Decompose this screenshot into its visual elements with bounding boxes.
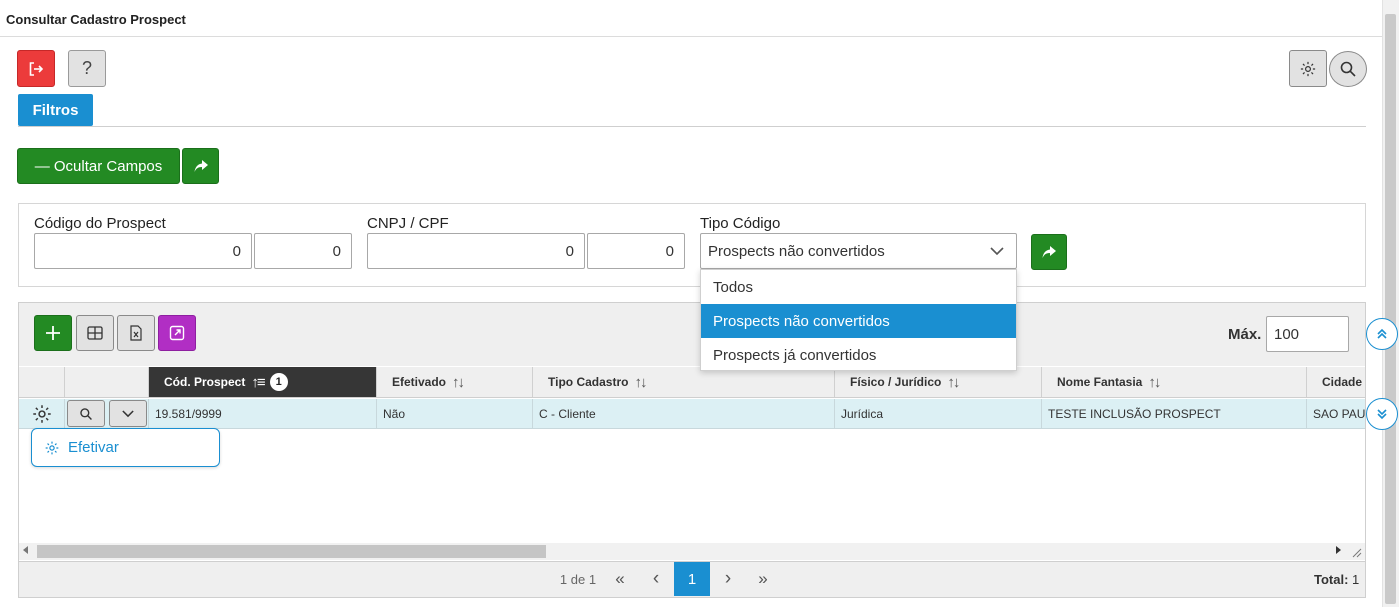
codigo-from-input[interactable]: 0	[34, 233, 252, 269]
scroll-left-arrow-icon[interactable]	[23, 546, 28, 554]
search-button[interactable]	[1329, 51, 1367, 87]
gear-icon	[32, 404, 51, 423]
row-settings-cell[interactable]	[19, 399, 65, 429]
columns-button[interactable]	[76, 315, 114, 351]
tipo-label: Tipo Código	[700, 215, 781, 232]
cnpj-label: CNPJ / CPF	[367, 215, 449, 232]
help-button[interactable]: ?	[68, 50, 106, 87]
cell-nome-fantasia[interactable]: TESTE INCLUSÃO PROSPECT	[1042, 399, 1307, 429]
header-cidade-label: Cidade	[1322, 375, 1363, 389]
search-icon	[1340, 61, 1356, 77]
cnpj-from-input[interactable]: 0	[367, 233, 585, 269]
horizontal-scrollbar-thumb[interactable]	[37, 545, 546, 558]
tipo-selected-value: Prospects não convertidos	[708, 242, 885, 260]
hide-fields-button[interactable]: — Ocultar Campos	[17, 148, 180, 184]
sort-asc-icon: ↑≡	[251, 373, 265, 391]
row-view-button[interactable]	[67, 400, 105, 427]
scroll-top-button[interactable]	[1366, 318, 1398, 350]
cnpj-to-input[interactable]: 0	[587, 233, 685, 269]
max-input[interactable]: 100	[1266, 316, 1349, 352]
sort-icon: ↑↓	[634, 373, 647, 391]
cell-tipo-cadastro[interactable]: C - Cliente	[533, 399, 835, 429]
cell-cidade[interactable]: SAO PAULO	[1307, 399, 1365, 429]
efetivar-label: Efetivar	[68, 439, 119, 456]
header-nome-fantasia-label: Nome Fantasia	[1057, 375, 1143, 389]
export-excel-button[interactable]	[117, 315, 155, 351]
efetivar-menu-item[interactable]: Efetivar	[31, 428, 220, 467]
header-fisico-juridico-label: Físico / Jurídico	[850, 375, 942, 389]
cell-cod-prospect[interactable]: 19.581/9999	[149, 399, 377, 429]
total-label: Total:	[1314, 572, 1349, 587]
total-count: Total: 1	[1314, 572, 1359, 587]
next-page-button[interactable]: ›	[712, 562, 744, 596]
chevron-down-icon	[990, 247, 1004, 256]
tipo-option-ja-convertidos[interactable]: Prospects já convertidos	[701, 338, 1016, 372]
apply-filter-button[interactable]	[1031, 234, 1067, 270]
sort-icon: ↑↓	[452, 373, 465, 391]
sort-order-badge: 1	[269, 373, 288, 391]
excel-file-icon	[130, 325, 142, 341]
header-cidade[interactable]: Cidade	[1307, 367, 1365, 398]
table-grid-icon	[87, 326, 103, 340]
codigo-to-input[interactable]: 0	[254, 233, 352, 269]
share-forward-icon	[194, 160, 208, 172]
scroll-bottom-button[interactable]	[1366, 398, 1398, 430]
sort-icon: ↑↓	[1148, 373, 1161, 391]
settings-button[interactable]	[1289, 50, 1327, 87]
header-efetivado[interactable]: Efetivado ↑↓	[377, 367, 533, 398]
sign-out-icon	[29, 61, 44, 76]
prev-page-button[interactable]: ‹	[640, 562, 672, 596]
vertical-scrollbar-thumb[interactable]	[1385, 14, 1396, 604]
chevron-down-icon	[122, 409, 134, 417]
header-tipo-cadastro-label: Tipo Cadastro	[548, 375, 629, 389]
gear-icon	[1300, 61, 1316, 76]
search-icon	[80, 407, 92, 420]
tipo-option-todos[interactable]: Todos	[701, 270, 1016, 304]
codigo-label: Código do Prospect	[34, 215, 166, 232]
plus-icon	[46, 326, 60, 340]
tipo-select[interactable]: Prospects não convertidos	[700, 233, 1017, 269]
double-chevron-down-icon	[1377, 409, 1387, 420]
header-action-col	[19, 367, 65, 398]
row-expand-button[interactable]	[109, 400, 147, 427]
tipo-option-nao-convertidos[interactable]: Prospects não convertidos	[701, 304, 1016, 338]
header-nome-fantasia[interactable]: Nome Fantasia ↑↓	[1042, 367, 1307, 398]
tab-divider	[18, 126, 1366, 127]
share-forward-icon	[1042, 246, 1056, 258]
cell-efetivado[interactable]: Não	[377, 399, 533, 429]
max-label: Máx.	[1228, 326, 1262, 343]
gear-icon	[45, 441, 59, 454]
page-info: 1 de 1	[559, 571, 597, 587]
header-cod-prospect-label: Cód. Prospect	[164, 375, 246, 389]
hide-fields-label: — Ocultar Campos	[34, 157, 163, 175]
page-title: Consultar Cadastro Prospect	[6, 12, 186, 27]
expand-window-icon	[169, 325, 185, 341]
header-cod-prospect[interactable]: Cód. Prospect ↑≡ 1	[149, 367, 377, 398]
header-buttons-col	[65, 367, 149, 398]
total-value: 1	[1352, 572, 1360, 587]
grid-toolbar	[19, 303, 1365, 366]
current-page-button[interactable]: 1	[674, 562, 710, 596]
tipo-dropdown: Todos Prospects não convertidos Prospect…	[700, 269, 1017, 371]
cell-fisico-juridico[interactable]: Jurídica	[835, 399, 1042, 429]
share-button[interactable]	[182, 148, 219, 184]
first-page-button[interactable]: «	[604, 562, 636, 596]
resize-grip-icon[interactable]	[1352, 548, 1362, 558]
sort-icon: ↑↓	[947, 373, 960, 391]
tab-filtros[interactable]: Filtros	[18, 94, 93, 126]
add-button[interactable]	[34, 315, 72, 351]
title-bar	[0, 0, 1382, 37]
scroll-right-arrow-icon[interactable]	[1336, 546, 1341, 554]
header-efetivado-label: Efetivado	[392, 375, 447, 389]
help-label: ?	[81, 58, 92, 78]
last-page-button[interactable]: »	[747, 562, 779, 596]
exit-button[interactable]	[17, 50, 55, 87]
double-chevron-up-icon	[1377, 328, 1387, 339]
expand-button[interactable]	[158, 315, 196, 351]
